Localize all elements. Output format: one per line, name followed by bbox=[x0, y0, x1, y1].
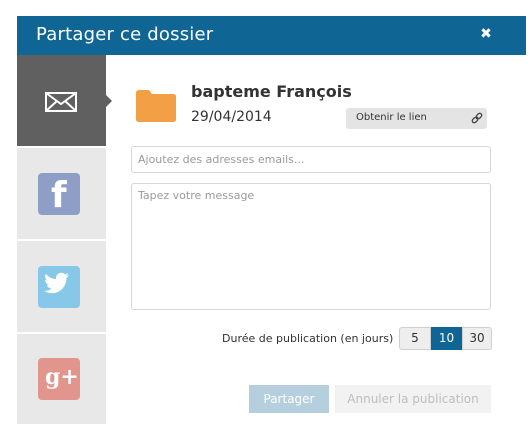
share-channel-sidebar: f g+ bbox=[17, 55, 112, 424]
dialog-titlebar: Partager ce dossier ✖ bbox=[17, 16, 526, 55]
duration-option-5[interactable]: 5 bbox=[399, 327, 431, 350]
google-plus-icon: g+ bbox=[38, 358, 80, 400]
dialog-title: Partager ce dossier bbox=[36, 24, 214, 45]
share-content: bapteme François 29/04/2014 Obtenir le l… bbox=[106, 55, 526, 424]
get-link-button[interactable]: Obtenir le lien bbox=[346, 108, 487, 129]
envelope-icon bbox=[45, 92, 77, 112]
cancel-publication-button[interactable]: Annuler la publication bbox=[335, 385, 491, 413]
link-icon bbox=[471, 112, 483, 124]
get-link-label: Obtenir le lien bbox=[356, 112, 427, 123]
close-icon[interactable]: ✖ bbox=[478, 25, 494, 43]
duration-selector: 5 10 30 bbox=[399, 327, 492, 350]
folder-date: 29/04/2014 bbox=[191, 109, 272, 125]
email-addresses-input[interactable] bbox=[131, 146, 491, 173]
facebook-icon: f bbox=[38, 173, 80, 216]
duration-option-30[interactable]: 30 bbox=[462, 327, 492, 350]
share-button[interactable]: Partager bbox=[249, 385, 329, 413]
folder-name: bapteme François bbox=[191, 82, 352, 101]
sidebar-item-twitter[interactable] bbox=[17, 241, 106, 332]
share-dialog: Partager ce dossier ✖ f g+ bapteme Franç… bbox=[17, 16, 526, 424]
folder-icon bbox=[136, 90, 176, 122]
sidebar-item-email[interactable] bbox=[17, 55, 112, 146]
twitter-bird-icon bbox=[38, 266, 80, 308]
duration-label: Durée de publication (en jours) bbox=[222, 332, 394, 345]
message-textarea[interactable] bbox=[131, 183, 491, 310]
sidebar-item-facebook[interactable]: f bbox=[17, 148, 106, 239]
duration-option-10[interactable]: 10 bbox=[431, 327, 462, 350]
sidebar-item-google-plus[interactable]: g+ bbox=[17, 334, 106, 424]
